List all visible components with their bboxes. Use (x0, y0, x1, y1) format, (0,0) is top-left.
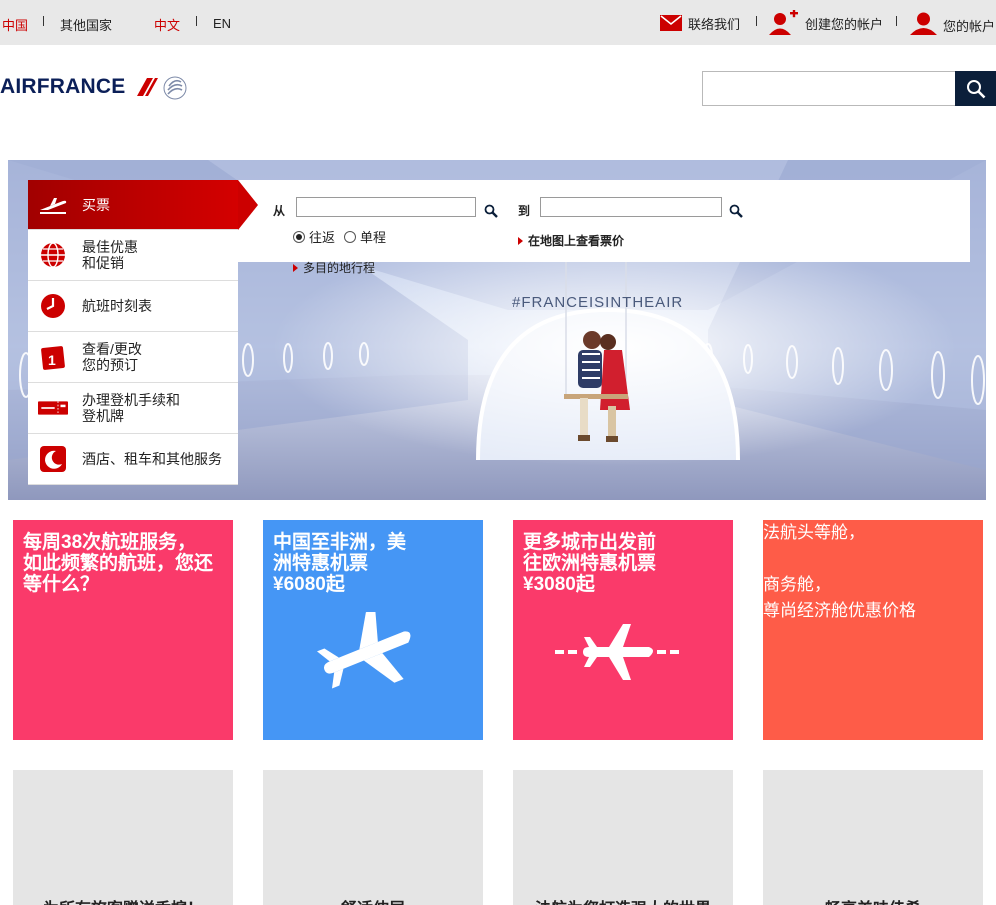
to-input[interactable] (540, 197, 722, 217)
promo-tile-title: 法航头等舱， 商务舱， 尊尚经济舱优惠价格 (763, 523, 916, 620)
booking-form: 从 到 往返 单程 在地图上查看票价 (238, 180, 970, 262)
promo-tile-premium-cabins[interactable]: 法航头等舱， 商务舱， 尊尚经济舱优惠价格 (763, 520, 983, 740)
menu-item-label: 航班时刻表 (82, 298, 152, 314)
my-account-label: 您的帐户 (943, 18, 996, 34)
to-search-icon[interactable] (729, 204, 743, 218)
hero-hashtag: #FRANCEISINTHEAIR (512, 294, 684, 311)
country-china-link[interactable]: 中国 (2, 15, 28, 34)
svg-text:1: 1 (48, 352, 56, 368)
map-prices-link[interactable]: 在地图上查看票价 (518, 232, 624, 249)
clock-icon (38, 291, 68, 321)
language-english-link[interactable]: EN (213, 16, 231, 31)
promo-tile-europe[interactable]: 更多城市出发前 往欧洲特惠机票 ¥3080起 (513, 520, 733, 740)
air-france-logo[interactable]: AIRFRANCE (0, 72, 190, 102)
divider (756, 16, 757, 26)
menu-item-label: 买票 (82, 196, 110, 213)
contact-link[interactable]: 联络我们 (660, 8, 740, 38)
top-bar: 中国 其他国家 中文 EN 联络我们 创建您的帐户 您的帐户 (0, 0, 996, 45)
menu-item-buy-tickets[interactable]: 买票 (28, 180, 258, 230)
promo-tile-flights[interactable]: 每周38次航班服务， 如此频繁的航班，您还 等什么？ (13, 520, 233, 740)
map-prices-label: 在地图上查看票价 (528, 234, 625, 248)
language-chinese-link[interactable]: 中文 (154, 15, 180, 34)
skyteam-icon (163, 76, 187, 100)
menu-item-label: 查看/更改 您的预订 (82, 341, 142, 373)
menu-item-check-in[interactable]: 办理登机手续和 登机牌 (28, 383, 238, 434)
promo-tile-title: 每周38次航班服务， 如此频繁的航班，您还 等什么？ (23, 532, 214, 595)
create-account-link[interactable]: 创建您的帐户 (769, 8, 883, 38)
country-other-link[interactable]: 其他国家 (60, 15, 112, 34)
menu-item-flight-schedule[interactable]: 航班时刻表 (28, 281, 238, 332)
promo-tile-title: 更多城市出发前 往欧洲特惠机票 ¥3080起 (523, 532, 657, 595)
from-label: 从 (273, 204, 286, 218)
airplane-route-icon (555, 624, 679, 680)
boarding-pass-icon (38, 393, 68, 423)
feature-tile-title: 法航为您打造强大的世界 (513, 895, 733, 905)
feature-tile-comfort[interactable]: 舒适伸展 (263, 770, 483, 905)
menu-item-manage-booking[interactable]: 1 查看/更改 您的预订 (28, 332, 238, 383)
calendar-icon: 1 (38, 342, 68, 372)
radio-unselected-icon (344, 230, 356, 243)
arrow-right-icon (293, 263, 298, 272)
site-search-input[interactable] (702, 71, 956, 106)
create-account-label: 创建您的帐户 (805, 16, 884, 32)
globe-icon (38, 240, 68, 270)
menu-item-label: 最佳优惠 和促销 (82, 239, 138, 271)
add-user-icon (769, 10, 798, 35)
logo-stripe-icon (137, 78, 159, 96)
moon-icon (38, 444, 68, 474)
arrow-right-icon (518, 236, 523, 245)
airplane-icon (317, 612, 411, 689)
booking-menu: 买票 最佳优惠 和促销 航班时刻表 1 查看/更改 您的预订 办理登机手续和 登… (28, 180, 258, 485)
divider (196, 16, 197, 26)
one-way-radio[interactable]: 单程 (344, 227, 386, 246)
from-input[interactable] (296, 197, 476, 217)
feature-tile-world[interactable]: 法航为您打造强大的世界 (513, 770, 733, 905)
site-search-button[interactable] (955, 71, 996, 106)
my-account-link[interactable]: 您的帐户 (910, 8, 995, 38)
promo-tile-africa-america[interactable]: 中国至非洲，美 洲特惠机票 ¥6080起 (263, 520, 483, 740)
feature-tile-title: 畅享美味佳肴 (763, 895, 983, 905)
menu-item-label: 办理登机手续和 登机牌 (82, 392, 180, 424)
multi-city-link[interactable]: 多目的地行程 (293, 259, 375, 276)
divider (896, 16, 897, 26)
contact-label: 联络我们 (688, 16, 741, 32)
menu-item-hotels-cars[interactable]: 酒店、租车和其他服务 (28, 434, 238, 485)
search-icon (966, 79, 985, 98)
from-search-icon[interactable] (484, 204, 498, 218)
divider (43, 16, 44, 26)
menu-item-best-offers[interactable]: 最佳优惠 和促销 (28, 230, 238, 281)
user-icon (910, 12, 937, 35)
multi-city-label: 多目的地行程 (303, 261, 376, 275)
round-trip-label: 往返 (309, 230, 336, 245)
menu-item-label: 酒店、租车和其他服务 (82, 451, 222, 467)
plane-takeoff-icon (38, 190, 68, 220)
feature-tile-cuisine[interactable]: 畅享美味佳肴 (763, 770, 983, 905)
round-trip-radio[interactable]: 往返 (293, 227, 335, 246)
feature-tile-champagne[interactable]: 为所有旅客赠送香槟！ (13, 770, 233, 905)
one-way-label: 单程 (360, 230, 387, 245)
radio-selected-icon (293, 230, 305, 243)
hero-banner: #FRANCEISINTHEAIR 从 到 往返 单程 在地图上查看票价 多目的 (8, 160, 986, 500)
envelope-icon (660, 15, 682, 31)
logo-wordmark: AIRFRANCE (0, 75, 126, 98)
feature-tile-title: 舒适伸展 (263, 895, 483, 905)
promo-tile-title: 中国至非洲，美 洲特惠机票 ¥6080起 (273, 532, 407, 595)
to-label: 到 (518, 204, 531, 218)
feature-tile-title: 为所有旅客赠送香槟！ (13, 895, 233, 905)
